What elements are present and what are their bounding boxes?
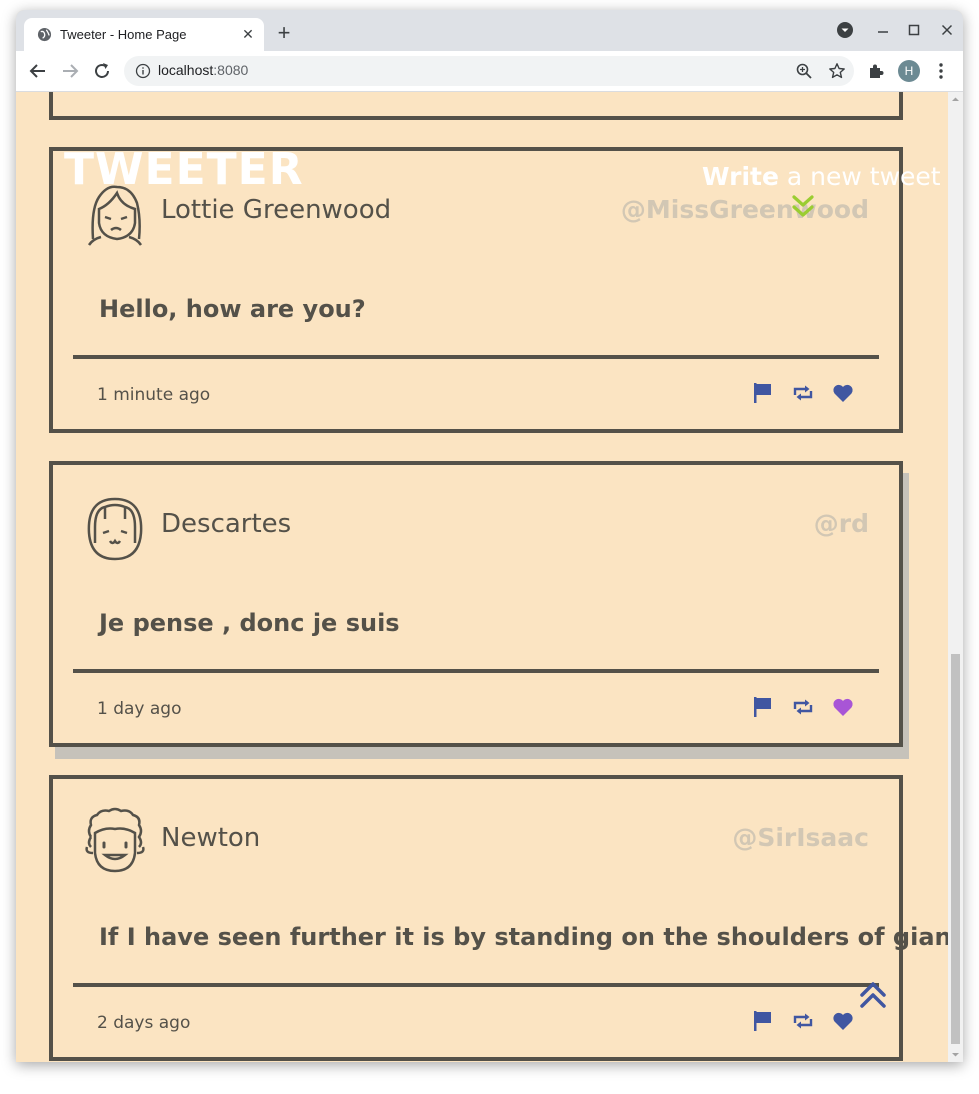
girl-bangs-avatar-icon (87, 497, 143, 561)
scroll-up-arrow-icon[interactable] (948, 92, 963, 107)
minimize-icon[interactable] (871, 18, 895, 42)
tweet-author-handle: @MissGreenwood (620, 195, 869, 224)
tweet-divider (73, 983, 879, 987)
menu-kebab-icon[interactable] (929, 59, 953, 83)
tweet-author-name: Descartes (161, 509, 292, 539)
close-window-icon[interactable] (935, 18, 959, 42)
tweet-text: Je pense , donc je suis (99, 609, 400, 637)
forward-icon[interactable] (58, 59, 82, 83)
flag-icon[interactable] (751, 695, 775, 719)
flag-icon[interactable] (751, 1009, 775, 1033)
globe-icon (37, 27, 52, 42)
flag-icon[interactable] (751, 381, 775, 405)
tweet-text: Hello, how are you? (99, 295, 366, 323)
tab-strip: Tweeter - Home Page ✕ + (16, 10, 963, 51)
scrollbar-thumb[interactable] (951, 654, 960, 1044)
tab-search-icon[interactable] (833, 18, 857, 42)
tab-title: Tweeter - Home Page (60, 27, 187, 42)
url-port: :8080 (213, 62, 249, 78)
zoom-icon[interactable] (795, 62, 813, 80)
vertical-scrollbar[interactable] (948, 92, 963, 1062)
address-bar[interactable]: localhost:8080 (124, 56, 854, 86)
compose-bold-text: Write (702, 162, 779, 191)
compose-rest-text: a new tweet (778, 162, 941, 191)
scroll-to-top-icon[interactable] (858, 980, 888, 1010)
compose-tweet-toggle[interactable]: Write a new tweet (702, 162, 941, 191)
new-tab-button[interactable]: + (272, 22, 296, 46)
reload-icon[interactable] (90, 59, 114, 83)
tweet-card: Descartes @rd Je pense , donc je suis 1 … (49, 461, 903, 747)
bookmark-star-icon[interactable] (828, 62, 846, 80)
tweet-divider (73, 669, 879, 673)
tweet-author-name: Lottie Greenwood (161, 195, 392, 225)
tweet-divider (73, 355, 879, 359)
heart-icon[interactable] (831, 381, 855, 405)
retweet-icon[interactable] (791, 1009, 815, 1033)
profile-avatar[interactable]: H (898, 60, 920, 82)
close-tab-icon[interactable]: ✕ (238, 24, 258, 44)
maximize-icon[interactable] (902, 18, 926, 42)
url-host: localhost (158, 62, 214, 78)
browser-window: Tweeter - Home Page ✕ + localhost:8080 H… (16, 10, 963, 1062)
tweet-author-name: Newton (161, 823, 261, 853)
brand-logo[interactable]: TWEETER (64, 144, 304, 195)
heart-icon-liked[interactable] (831, 695, 855, 719)
tweet-author-handle: @SirIsaac (732, 823, 869, 852)
site-info-icon[interactable] (135, 63, 151, 79)
heart-icon[interactable] (831, 1009, 855, 1033)
tweet-text: If I have seen further it is by standing… (99, 923, 963, 951)
url-text[interactable]: localhost:8080 (158, 62, 248, 78)
tweet-timestamp: 1 minute ago (97, 385, 211, 405)
browser-toolbar: localhost:8080 H (16, 51, 963, 92)
tweet-timestamp: 1 day ago (97, 699, 182, 719)
double-chevron-down-icon[interactable] (788, 194, 818, 220)
tweet-author-handle: @rd (813, 509, 869, 538)
scroll-down-arrow-icon[interactable] (948, 1047, 963, 1062)
browser-tab[interactable]: Tweeter - Home Page ✕ (24, 18, 264, 51)
tweet-card-partial (49, 92, 903, 120)
retweet-icon[interactable] (791, 695, 815, 719)
curly-hair-avatar-icon (85, 807, 145, 873)
retweet-icon[interactable] (791, 381, 815, 405)
tweet-card: Newton @SirIsaac If I have seen further … (49, 775, 963, 1061)
page-viewport: Lottie Greenwood @MissGreenwood Hello, h… (16, 92, 963, 1062)
tweet-timestamp: 2 days ago (97, 1013, 191, 1033)
back-icon[interactable] (26, 59, 50, 83)
extensions-puzzle-icon[interactable] (865, 59, 889, 83)
